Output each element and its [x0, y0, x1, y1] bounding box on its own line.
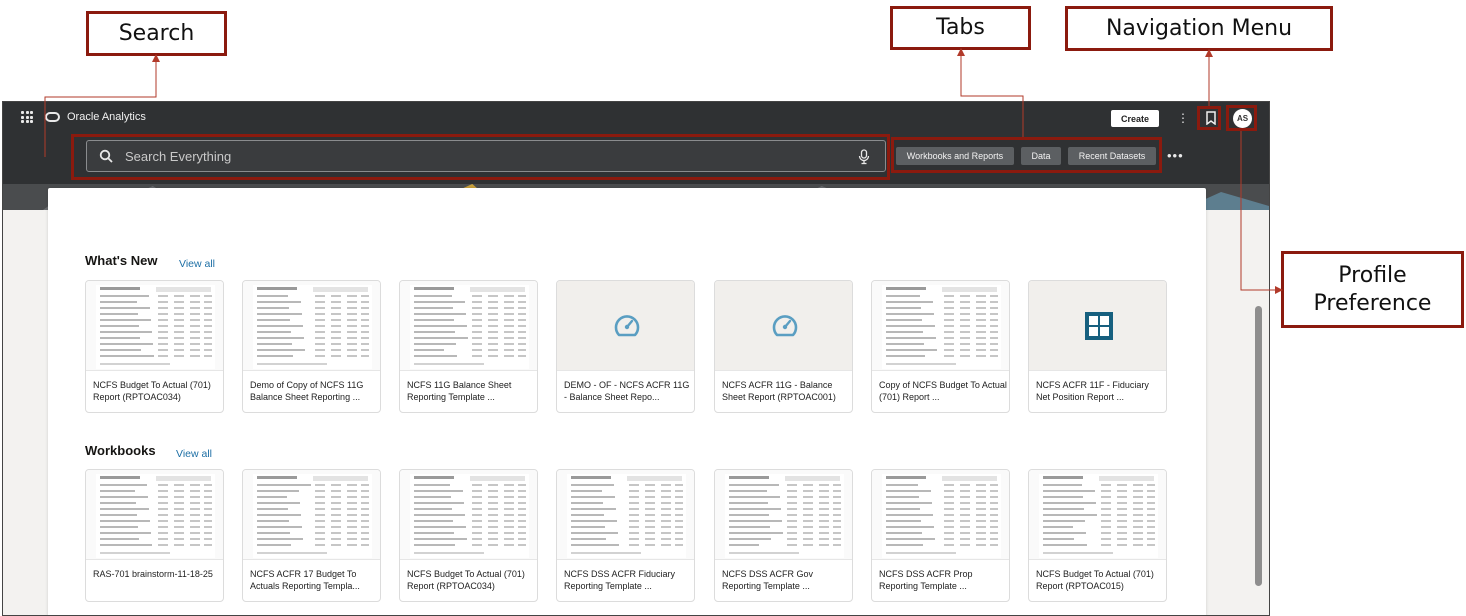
card-title: DEMO - OF - NCFS ACFR 11G - Balance Shee… — [564, 380, 690, 402]
tab-data[interactable]: Data — [1021, 147, 1061, 165]
card-title: NCFS ACFR 11G - Balance Sheet Report (RP… — [722, 380, 836, 402]
card-title: Copy of NCFS Budget To Actual (701) Repo… — [879, 380, 1007, 402]
report-thumbnail — [96, 474, 215, 558]
content-card[interactable]: NCFS Budget To Actual (701) Report (RPTO… — [1028, 469, 1167, 602]
card-title: RAS-701 brainstorm-11-18-25 — [93, 569, 213, 579]
card-thumbnail — [872, 281, 1009, 371]
report-thumbnail — [882, 285, 1001, 369]
card-thumbnail — [400, 470, 537, 560]
card-thumbnail — [715, 470, 852, 560]
tab-workbooks-and-reports[interactable]: Workbooks and Reports — [896, 147, 1014, 165]
card-thumbnail — [557, 281, 694, 371]
report-thumbnail — [410, 285, 529, 369]
report-thumbnail — [96, 285, 215, 369]
card-thumbnail — [715, 281, 852, 371]
card-thumbnail — [86, 470, 223, 560]
content-card[interactable]: Copy of NCFS Budget To Actual (701) Repo… — [871, 280, 1010, 413]
report-thumbnail — [882, 474, 1001, 558]
report-thumbnail — [253, 474, 372, 558]
more-tabs-icon[interactable]: ••• — [1167, 148, 1184, 163]
whats-new-title: What's New — [85, 253, 158, 268]
report-thumbnail — [253, 285, 372, 369]
vertical-scrollbar[interactable] — [1255, 306, 1262, 586]
card-thumbnail — [243, 281, 380, 371]
content-card[interactable]: NCFS Budget To Actual (701) Report (RPTO… — [85, 280, 224, 413]
navigation-menu-callout-label: Navigation Menu — [1105, 15, 1293, 41]
gauge-icon — [614, 315, 640, 337]
whats-new-view-all-link[interactable]: View all — [179, 258, 215, 270]
content-card[interactable]: NCFS DSS ACFR Gov Reporting Template ... — [714, 469, 853, 602]
search-callout-label: Search — [118, 20, 195, 46]
oracle-logo-icon — [45, 112, 60, 122]
card-title: NCFS Budget To Actual (701) Report (RPTO… — [1036, 569, 1154, 591]
card-title: Demo of Copy of NCFS 11G Balance Sheet R… — [250, 380, 364, 402]
content-card[interactable]: NCFS DSS ACFR Fiduciary Reporting Templa… — [556, 469, 695, 602]
content-card[interactable]: NCFS Budget To Actual (701) Report (RPTO… — [399, 469, 538, 602]
content-card[interactable]: NCFS ACFR 11G - Balance Sheet Report (RP… — [714, 280, 853, 413]
app-title: Oracle Analytics — [67, 111, 146, 123]
workbooks-view-all-link[interactable]: View all — [176, 448, 212, 460]
content-card[interactable]: DEMO - OF - NCFS ACFR 11G - Balance Shee… — [556, 280, 695, 413]
screenshot-root: Search Tabs Navigation Menu Profile Pref… — [0, 0, 1466, 616]
card-title: NCFS 11G Balance Sheet Reporting Templat… — [407, 380, 512, 402]
app-launcher-icon[interactable] — [21, 111, 33, 123]
workbooks-title: Workbooks — [85, 443, 156, 458]
create-button[interactable]: Create — [1111, 110, 1159, 127]
home-panel: What's New View all NCFS Budget To Actua… — [48, 188, 1206, 615]
navigation-menu-callout: Navigation Menu — [1065, 6, 1333, 51]
more-options-icon[interactable]: ⋮ — [1177, 110, 1189, 127]
tabs-callout: Tabs — [890, 6, 1031, 50]
gauge-icon — [772, 315, 798, 337]
search-callout: Search — [86, 11, 227, 56]
search-bar[interactable] — [86, 140, 886, 172]
content-card[interactable]: NCFS DSS ACFR Prop Reporting Template ..… — [871, 469, 1010, 602]
grid-icon — [1085, 312, 1113, 340]
card-thumbnail — [86, 281, 223, 371]
report-thumbnail — [567, 474, 686, 558]
card-thumbnail — [872, 470, 1009, 560]
oracle-analytics-window: Oracle Analytics Create ⋮ AS Search Ever… — [2, 101, 1270, 616]
card-title: NCFS ACFR 17 Budget To Actuals Reporting… — [250, 569, 360, 591]
report-thumbnail — [410, 474, 529, 558]
card-title: NCFS Budget To Actual (701) Report (RPTO… — [407, 569, 525, 591]
report-thumbnail — [725, 474, 844, 558]
tab-recent-datasets[interactable]: Recent Datasets — [1068, 147, 1156, 165]
avatar[interactable]: AS — [1233, 109, 1252, 128]
search-input[interactable] — [125, 141, 825, 171]
content-card[interactable]: RAS-701 brainstorm-11-18-25 — [85, 469, 224, 602]
card-thumbnail — [1029, 281, 1166, 371]
microphone-icon[interactable] — [857, 149, 871, 165]
content-card[interactable]: NCFS 11G Balance Sheet Reporting Templat… — [399, 280, 538, 413]
card-title: NCFS ACFR 11F - Fiduciary Net Position R… — [1036, 380, 1149, 402]
card-title: NCFS DSS ACFR Gov Reporting Template ... — [722, 569, 814, 591]
search-icon — [99, 149, 113, 163]
tabs-callout-label: Tabs — [936, 15, 985, 41]
card-title: NCFS DSS ACFR Fiduciary Reporting Templa… — [564, 569, 676, 591]
card-thumbnail — [243, 470, 380, 560]
content-card[interactable]: NCFS ACFR 17 Budget To Actuals Reporting… — [242, 469, 381, 602]
content-card[interactable]: Demo of Copy of NCFS 11G Balance Sheet R… — [242, 280, 381, 413]
bookmark-navigation-icon[interactable] — [1204, 111, 1218, 125]
content-card[interactable]: NCFS ACFR 11F - Fiduciary Net Position R… — [1028, 280, 1167, 413]
card-thumbnail — [557, 470, 694, 560]
card-title: NCFS Budget To Actual (701) Report (RPTO… — [93, 380, 211, 402]
profile-preference-callout-label: Profile Preference — [1313, 263, 1432, 316]
profile-preference-callout: Profile Preference — [1281, 251, 1464, 328]
card-thumbnail — [400, 281, 537, 371]
report-thumbnail — [1039, 474, 1158, 558]
card-thumbnail — [1029, 470, 1166, 560]
card-title: NCFS DSS ACFR Prop Reporting Template ..… — [879, 569, 973, 591]
